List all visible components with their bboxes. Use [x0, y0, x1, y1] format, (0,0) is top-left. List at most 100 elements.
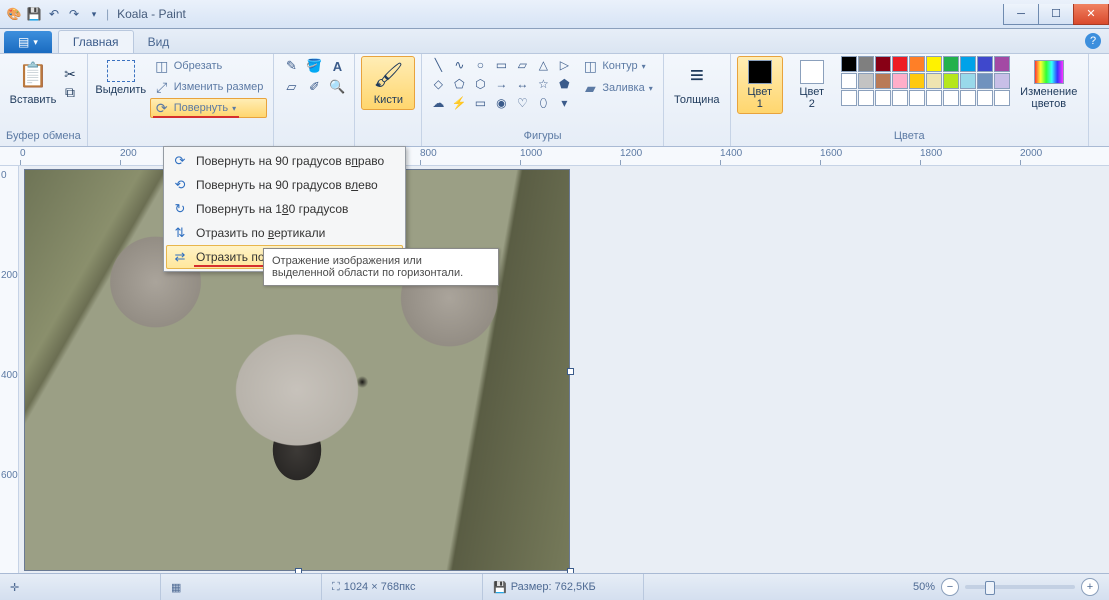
palette-color[interactable] [892, 73, 908, 89]
help-icon[interactable]: ? [1085, 33, 1101, 49]
pencil-tool[interactable]: ✎ [280, 56, 302, 76]
resize-button[interactable]: ⤢ Изменить размер [150, 77, 268, 97]
custom-color-slot[interactable] [960, 90, 976, 106]
rotate-180-item[interactable]: ↻ Повернуть на 180 градусов [166, 197, 403, 221]
flip-vertical-icon: ⇅ [172, 225, 188, 241]
brushes-button[interactable]: 🖌 Кисти [361, 56, 415, 110]
fill-icon: ▰ [582, 80, 598, 96]
palette-color[interactable] [960, 73, 976, 89]
palette-color[interactable] [841, 73, 857, 89]
zoom-controls: 50% − + [903, 578, 1109, 596]
fill-label: Заливка [602, 82, 644, 94]
outline-button[interactable]: ◫ Контур▾ [578, 56, 656, 76]
tooltip-line: выделенной области по горизонтали. [272, 267, 490, 279]
zoom-slider[interactable] [965, 585, 1075, 589]
copy-icon[interactable]: ⧉ [62, 84, 78, 100]
color2-button[interactable]: Цвет 2 [789, 56, 835, 114]
flip-vertical-item[interactable]: ⇅ Отразить по вертикали [166, 221, 403, 245]
zoom-in-button[interactable]: + [1081, 578, 1099, 596]
flip-horizontal-icon: ⇄ [172, 249, 188, 265]
palette-color[interactable] [977, 73, 993, 89]
custom-color-slot[interactable] [858, 90, 874, 106]
palette-color[interactable] [875, 56, 891, 72]
color2-swatch [800, 60, 824, 84]
fill-tool[interactable]: 🪣 [303, 56, 325, 76]
color1-button[interactable]: Цвет 1 [737, 56, 783, 114]
cut-icon[interactable]: ✂ [62, 66, 78, 82]
palette-color[interactable] [909, 56, 925, 72]
palette-color[interactable] [960, 56, 976, 72]
window-title: Koala - Paint [117, 7, 186, 21]
color1-label: Цвет 1 [747, 86, 772, 110]
palette-color[interactable] [875, 73, 891, 89]
group-tools-label [280, 142, 348, 144]
maximize-button[interactable]: ☐ [1038, 4, 1074, 25]
chevron-down-icon: ▾ [554, 94, 574, 112]
resize-handle[interactable] [567, 368, 574, 375]
redo-icon[interactable]: ↷ [66, 6, 82, 22]
shapes-gallery[interactable]: ╲∿○▭▱△▷ ◇⬠⬡→↔☆⬟ ☁⚡▭◉♡⬯▾ [428, 56, 574, 112]
rotate-90-left-item[interactable]: ⟲ Повернуть на 90 градусов влево [166, 173, 403, 197]
custom-color-slot[interactable] [892, 90, 908, 106]
rotate-180-icon: ↻ [172, 201, 188, 217]
brush-icon: 🖌 [372, 60, 404, 92]
custom-color-slot[interactable] [875, 90, 891, 106]
statusbar: ✛ ▦ ⛶1024 × 768пкс 💾Размер: 762,5КБ 50% … [0, 573, 1109, 600]
custom-color-slot[interactable] [926, 90, 942, 106]
palette-color[interactable] [943, 73, 959, 89]
clipboard-icon: 📋 [17, 60, 49, 92]
group-shapes: ╲∿○▭▱△▷ ◇⬠⬡→↔☆⬟ ☁⚡▭◉♡⬯▾ ◫ Контур▾ ▰ Зали… [422, 54, 663, 146]
tab-home[interactable]: Главная [58, 30, 134, 53]
text-tool[interactable]: A [326, 56, 348, 76]
file-menu-button[interactable]: ▤ ▾ [4, 31, 52, 53]
custom-color-slot[interactable] [943, 90, 959, 106]
tab-view[interactable]: Вид [134, 31, 184, 53]
palette-color[interactable] [926, 56, 942, 72]
palette-color[interactable] [977, 56, 993, 72]
size-icon: ≡ [681, 60, 713, 92]
rotate-90-right-item[interactable]: ⟳ Повернуть на 90 градусов вправо [166, 149, 403, 173]
palette-color[interactable] [994, 56, 1010, 72]
resize-icon: ⤢ [154, 79, 170, 95]
save-icon[interactable]: 💾 [26, 6, 42, 22]
custom-color-slot[interactable] [994, 90, 1010, 106]
rotate-right-icon: ⟳ [172, 153, 188, 169]
palette-color[interactable] [841, 56, 857, 72]
minimize-button[interactable]: ─ [1003, 4, 1039, 25]
palette-color[interactable] [858, 56, 874, 72]
selection-icon: ▦ [171, 581, 181, 594]
paste-label: Вставить [10, 94, 57, 106]
group-clipboard-label: Буфер обмена [6, 130, 81, 144]
fill-button[interactable]: ▰ Заливка▾ [578, 78, 656, 98]
close-button[interactable]: ✕ [1073, 4, 1109, 25]
group-image-label [94, 142, 268, 144]
select-label: Выделить [95, 84, 146, 96]
palette-color[interactable] [994, 73, 1010, 89]
custom-color-slot[interactable] [909, 90, 925, 106]
qat-dropdown-icon[interactable]: ▾ [86, 6, 102, 22]
paste-button[interactable]: 📋 Вставить [6, 56, 60, 110]
palette-color[interactable] [909, 73, 925, 89]
crop-button[interactable]: ◫ Обрезать [150, 56, 268, 76]
select-button[interactable]: Выделить [94, 56, 148, 100]
chevron-down-icon: ▾ [232, 104, 236, 113]
custom-color-slot[interactable] [841, 90, 857, 106]
custom-color-slot[interactable] [977, 90, 993, 106]
palette-color[interactable] [858, 73, 874, 89]
palette-color[interactable] [943, 56, 959, 72]
zoom-out-button[interactable]: − [941, 578, 959, 596]
ribbon-tab-strip: ▤ ▾ Главная Вид ? [0, 29, 1109, 54]
rotate-button[interactable]: ⟳ Повернуть ▾ [150, 98, 268, 118]
zoom-thumb[interactable] [985, 581, 995, 595]
picker-tool[interactable]: ✐ [303, 77, 325, 97]
palette-color[interactable] [892, 56, 908, 72]
size-button[interactable]: ≡ Толщина [670, 56, 724, 110]
palette-color[interactable] [926, 73, 942, 89]
edit-colors-button[interactable]: Изменение цветов [1016, 56, 1082, 114]
crosshair-icon: ✛ [10, 581, 19, 594]
undo-icon[interactable]: ↶ [46, 6, 62, 22]
color2-label: Цвет 2 [799, 86, 824, 110]
magnifier-tool[interactable]: 🔍 [326, 77, 348, 97]
eraser-tool[interactable]: ▱ [280, 77, 302, 97]
tooltip: Отражение изображения или выделенной обл… [263, 248, 499, 286]
